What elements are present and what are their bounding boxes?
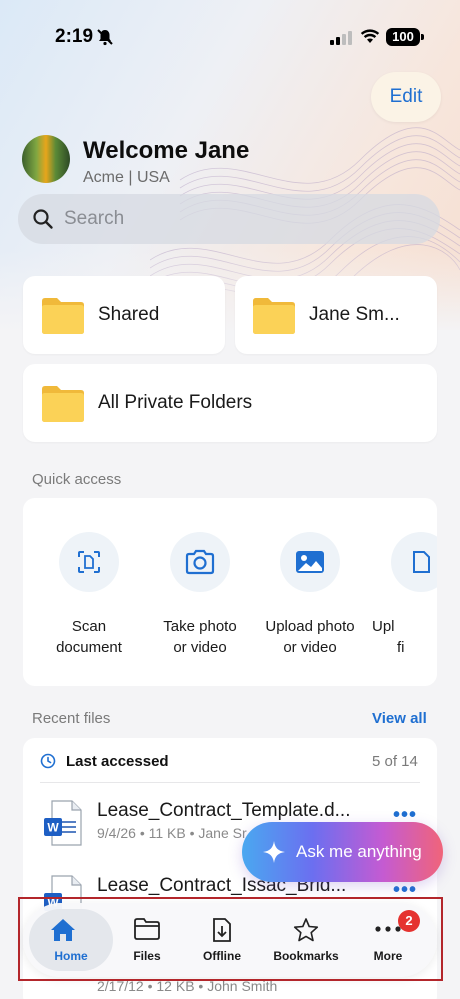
organization-label: Acme | USA [83,169,170,186]
folder-card-jane[interactable]: Jane Sm... [235,276,437,354]
edit-button[interactable]: Edit [371,72,441,122]
folder-icon [253,298,295,334]
folder-label: Shared [98,304,160,325]
highlight-outline [18,897,443,981]
qa-label: Upl fi [372,618,405,656]
search-icon [33,209,53,229]
avatar[interactable] [22,135,70,183]
status-bar: 2:19 100 [0,0,460,76]
svg-text:W: W [47,821,59,835]
ask-me-anything-button[interactable]: Ask me anything [242,822,443,882]
file-meta: 9/4/26 • 11 KB • Jane Sr [97,825,247,841]
image-upload-icon [296,551,324,573]
word-document-icon: W [44,800,82,846]
scan-document-icon [78,551,100,573]
take-photo-button[interactable]: Take photo or video [145,532,255,658]
qa-label: Scan document [56,618,122,656]
upload-photo-button[interactable]: Upload photo or video [255,532,365,658]
recent-files-title: Recent files [32,710,111,727]
clock-icon [40,753,56,769]
scan-document-button[interactable]: Scan document [34,532,144,658]
folder-card-private[interactable]: All Private Folders [23,364,437,442]
file-upload-icon [413,551,430,573]
sparkle-icon [263,841,285,863]
folder-label: All Private Folders [98,392,253,413]
welcome-title: Welcome Jane [83,137,250,164]
search-placeholder: Search [64,208,125,229]
file-count: 5 of 14 [372,753,418,770]
file-name: Lease_Contract_Template.d... [97,800,351,821]
quick-access-title: Quick access [32,471,122,488]
camera-icon [185,549,215,575]
qa-label: Take photo or video [163,618,237,656]
ask-label: Ask me anything [296,842,422,861]
folder-icon [42,298,84,334]
qa-label: Upload photo or video [265,618,355,656]
battery-indicator: 100 [386,28,424,46]
bell-muted-icon [97,29,113,46]
search-input[interactable]: Search [18,194,440,244]
status-time: 2:19 [55,26,94,47]
upload-file-button[interactable]: Upl fi [366,532,437,658]
folder-card-shared[interactable]: Shared [23,276,225,354]
wifi-icon [360,29,380,43]
view-all-link[interactable]: View all [372,710,427,727]
signal-icon [330,31,352,45]
quick-access-card: Scan document Take photo or video Upload p… [23,498,437,686]
divider [40,782,420,783]
folder-icon [42,386,84,422]
last-accessed-label: Last accessed [66,753,169,770]
folder-label: Jane Sm... [309,304,400,325]
